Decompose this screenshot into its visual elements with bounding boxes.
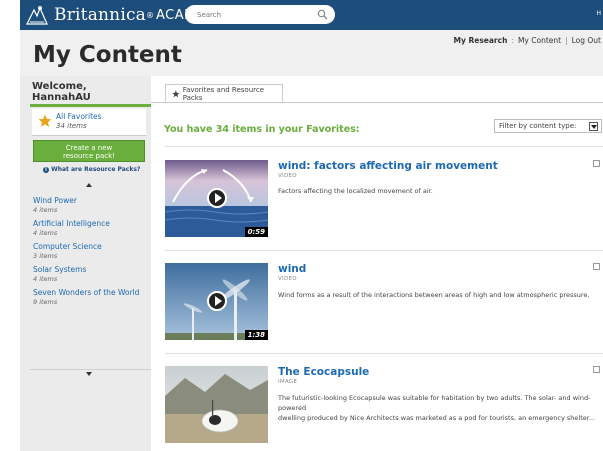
expand-icon[interactable] xyxy=(593,160,600,167)
video-thumbnail[interactable]: 0:59 xyxy=(165,160,268,237)
resource-pack-name[interactable]: Computer Science xyxy=(33,242,148,252)
what-are-label: What are Resource Packs? xyxy=(51,166,141,173)
header-cutoff-text: H xyxy=(596,10,601,17)
resource-pack-item[interactable]: Solar Systems 4 items xyxy=(33,265,148,288)
info-icon: i xyxy=(43,166,49,173)
play-icon[interactable] xyxy=(207,188,227,208)
resource-pack-name[interactable]: Wind Power xyxy=(33,196,148,206)
item-description: Factors affecting the localized movement… xyxy=(278,187,433,195)
top-navigation-bar: Britannica ® ACADEMIC H xyxy=(20,0,603,30)
item-description: Wind forms as a result of the interactio… xyxy=(278,291,590,299)
my-content-link[interactable]: My Content xyxy=(518,36,561,45)
item-divider xyxy=(165,146,603,147)
search-input[interactable] xyxy=(195,9,317,20)
favorites-count-heading: You have 34 items in your Favorites: xyxy=(164,124,360,135)
resource-pack-name[interactable]: Seven Wonders of the World xyxy=(33,288,148,298)
item-divider xyxy=(165,353,603,354)
resource-pack-list: Wind Power 4 items Artificial Intelligen… xyxy=(33,196,148,311)
content-type-filter[interactable]: Filter by content type: xyxy=(494,119,602,133)
tab-underline xyxy=(151,102,603,103)
log-out-link[interactable]: Log Out xyxy=(572,36,601,45)
my-research-link[interactable]: My Research xyxy=(454,36,508,45)
page-title: My Content xyxy=(33,42,182,68)
welcome-message: Welcome, HannahAU xyxy=(32,81,91,103)
search-icon[interactable] xyxy=(317,9,328,20)
video-duration: 0:59 xyxy=(244,227,268,237)
nav-separator: : xyxy=(511,35,514,45)
item-type-label: IMAGE xyxy=(278,379,298,385)
welcome-divider xyxy=(30,104,151,107)
image-thumbnail[interactable] xyxy=(165,366,268,443)
user-links: My Research : My Content | Log Out xyxy=(454,30,602,50)
resource-pack-count: 3 items xyxy=(33,252,58,260)
sidebar: Welcome, HannahAU All Favorites 34 items… xyxy=(30,76,151,451)
item-type-label: VIDEO xyxy=(278,276,297,282)
create-resource-pack-button[interactable]: Create a new resource pack! xyxy=(33,140,145,162)
tab-label: Favorites and Resource Packs xyxy=(182,85,265,102)
all-favorites-label: All Favorites xyxy=(56,112,102,121)
item-title-link[interactable]: wind: factors affecting air movement xyxy=(278,160,498,172)
resource-pack-name[interactable]: Artificial Intelligence xyxy=(33,219,148,229)
play-icon[interactable] xyxy=(207,291,227,311)
resource-pack-count: 9 items xyxy=(33,298,58,306)
welcome-greeting: Welcome, xyxy=(32,81,87,92)
resource-pack-item[interactable]: Seven Wonders of the World 9 items xyxy=(33,288,148,311)
star-icon xyxy=(172,89,180,97)
all-favorites-item[interactable]: All Favorites 34 items xyxy=(32,109,146,136)
item-type-label: VIDEO xyxy=(278,173,297,179)
sidebar-divider xyxy=(30,369,151,370)
resource-pack-item[interactable]: Artificial Intelligence 4 items xyxy=(33,219,148,242)
item-description-line: dwelling produced by Nice Architects was… xyxy=(278,414,596,422)
resource-pack-item[interactable]: Computer Science 3 items xyxy=(33,242,148,265)
video-thumbnail[interactable]: 1:38 xyxy=(165,263,268,340)
all-favorites-count: 34 items xyxy=(56,122,87,130)
resource-pack-count: 4 items xyxy=(33,275,58,283)
ecocapsule-thumbnail-image xyxy=(165,366,268,443)
item-description-line: The futuristic-looking Ecocapsule was su… xyxy=(278,394,591,412)
scroll-up-arrow-icon[interactable] xyxy=(86,183,92,187)
scroll-down-arrow-icon[interactable] xyxy=(86,372,92,376)
welcome-username: HannahAU xyxy=(32,92,91,103)
registered-mark: ® xyxy=(146,10,155,20)
resource-pack-count: 4 items xyxy=(33,229,58,237)
nav-separator: | xyxy=(565,35,568,45)
item-title-link[interactable]: The Ecocapsule xyxy=(278,366,369,378)
create-button-line2: resource pack! xyxy=(63,152,115,160)
expand-icon[interactable] xyxy=(593,263,600,270)
item-title-link[interactable]: wind xyxy=(278,263,306,275)
create-button-line1: Create a new xyxy=(65,144,113,152)
chevron-down-icon[interactable] xyxy=(589,122,598,131)
item-description: The futuristic-looking Ecocapsule was su… xyxy=(278,393,600,423)
thistle-logo-icon xyxy=(26,6,48,25)
item-divider xyxy=(165,250,603,251)
tab-favorites-and-resource-packs[interactable]: Favorites and Resource Packs xyxy=(165,84,283,102)
what-are-resource-packs-link[interactable]: i What are Resource Packs? xyxy=(43,166,140,173)
filter-label: Filter by content type: xyxy=(499,122,577,130)
star-icon xyxy=(38,114,52,127)
expand-icon[interactable] xyxy=(593,366,600,373)
resource-pack-count: 4 items xyxy=(33,206,58,214)
search-box xyxy=(185,5,335,24)
brand-name: Britannica xyxy=(54,5,147,25)
video-duration: 1:38 xyxy=(244,330,268,340)
resource-pack-item[interactable]: Wind Power 4 items xyxy=(33,196,148,219)
resource-pack-name[interactable]: Solar Systems xyxy=(33,265,148,275)
